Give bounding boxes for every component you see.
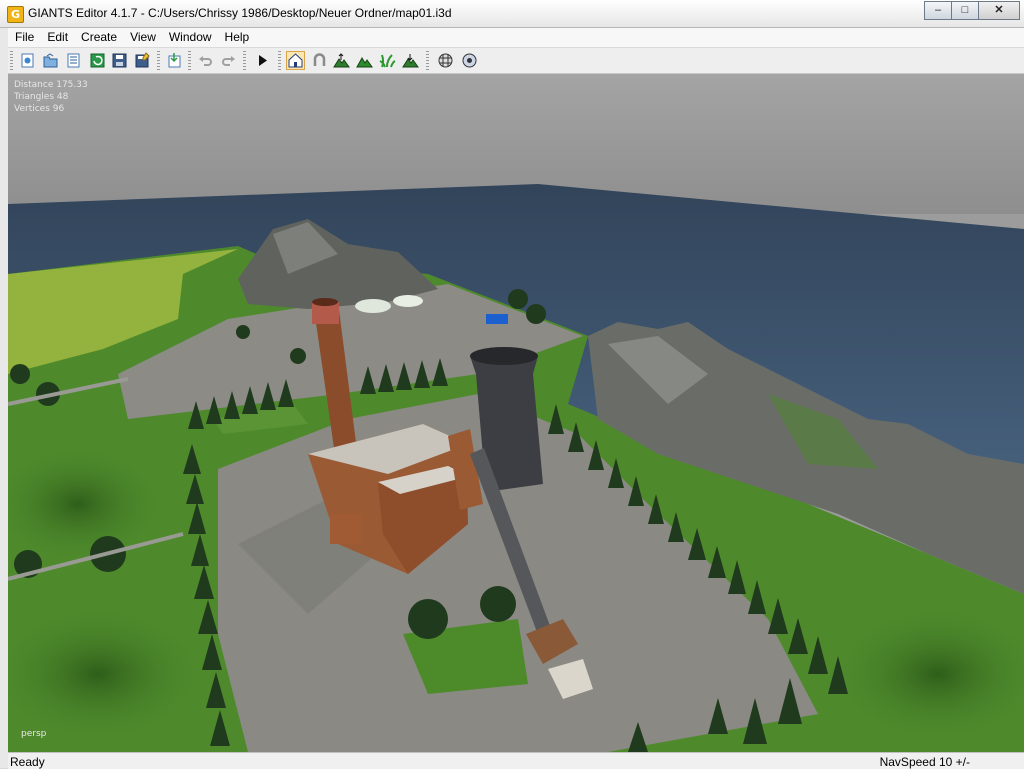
home-camera-icon[interactable] [286, 51, 305, 70]
scenegraph-icon[interactable] [64, 51, 83, 70]
status-text: Ready [10, 755, 45, 769]
toolbar-grip[interactable] [426, 51, 429, 70]
biogas-dome [393, 295, 423, 307]
menu-edit[interactable]: Edit [40, 28, 74, 47]
menu-bar: File Edit Create View Window Help [8, 28, 1024, 48]
giants-app-icon: G [7, 6, 24, 23]
triangles-readout: Triangles 48 [14, 92, 69, 102]
maximize-button[interactable]: □ [951, 1, 979, 20]
3d-viewport[interactable]: Distance 175.33 Triangles 48 Vertices 96… [8, 74, 1024, 752]
menu-help[interactable]: Help [218, 28, 256, 47]
open-icon[interactable] [41, 51, 60, 70]
save-as-icon[interactable] [133, 51, 152, 70]
status-bar: Ready NavSpeed 10 +/- [8, 752, 1024, 769]
foliage-paint-icon[interactable] [378, 51, 397, 70]
menu-file[interactable]: File [8, 28, 40, 47]
material-icon[interactable] [460, 51, 479, 70]
toolbar-grip[interactable] [188, 51, 191, 70]
play-icon[interactable] [253, 51, 272, 70]
navspeed-indicator: NavSpeed 10 +/- [879, 755, 970, 769]
minimize-button[interactable]: – [924, 1, 952, 20]
undo-icon[interactable] [196, 51, 215, 70]
import-icon[interactable] [165, 51, 184, 70]
window-controls: – □ ✕ [924, 1, 1020, 20]
blue-vehicle [486, 314, 508, 324]
camera-mode-label: persp [21, 729, 47, 739]
close-button[interactable]: ✕ [978, 1, 1020, 20]
menu-view[interactable]: View [123, 28, 162, 47]
redo-icon[interactable] [219, 51, 238, 70]
toolbar [8, 48, 1024, 74]
window-title: GIANTS Editor 4.1.7 - C:/Users/Chrissy 1… [28, 6, 452, 20]
terrain-lower-icon[interactable] [401, 51, 420, 70]
save-icon[interactable] [110, 51, 129, 70]
toolbar-grip[interactable] [157, 51, 160, 70]
magnet-icon[interactable] [310, 51, 329, 70]
render-settings-icon[interactable] [436, 51, 455, 70]
vertices-readout: Vertices 96 [14, 104, 65, 114]
distance-readout: Distance 175.33 [14, 80, 88, 90]
terrain-paint-icon[interactable] [355, 51, 374, 70]
toolbar-grip[interactable] [10, 51, 13, 70]
title-bar[interactable]: G GIANTS Editor 4.1.7 - C:/Users/Chrissy… [0, 0, 1024, 28]
biogas-dome [355, 299, 391, 313]
reload-icon[interactable] [88, 51, 107, 70]
menu-window[interactable]: Window [162, 28, 218, 47]
menu-create[interactable]: Create [74, 28, 123, 47]
toolbar-grip[interactable] [243, 51, 246, 70]
scene-render[interactable] [8, 74, 1024, 752]
toolbar-grip[interactable] [278, 51, 281, 70]
terrain-raise-icon[interactable] [332, 51, 351, 70]
new-scene-icon[interactable] [18, 51, 37, 70]
annex-building [330, 514, 362, 544]
